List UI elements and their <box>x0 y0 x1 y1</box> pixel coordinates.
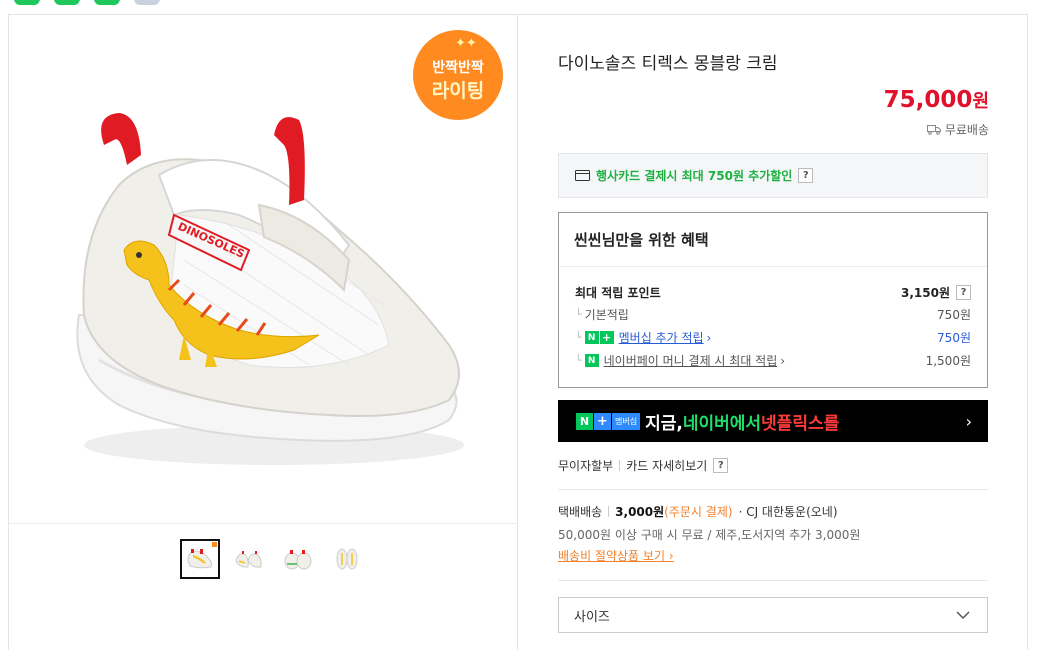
installment-label: 무이자할부 <box>558 459 614 473</box>
credit-card-icon <box>575 170 590 181</box>
badge-line2: 라이팅 <box>431 80 485 102</box>
truck-icon <box>926 125 941 135</box>
naver-n-icon: N <box>584 331 599 344</box>
size-option-select[interactable]: 사이즈 <box>558 597 988 633</box>
top-pill[interactable] <box>134 0 160 5</box>
card-detail-link[interactable]: 카드 자세히보기 <box>626 457 707 474</box>
top-pill[interactable] <box>14 0 40 5</box>
card-promo-help-icon[interactable]: ? <box>798 168 814 183</box>
membership-points-row: └ N + 멤버십 추가 적립 › 750원 <box>575 329 971 346</box>
benefit-box: 씬씬님만을 위한 혜택 최대 적립 포인트 3,150원 ? └ 기본적립 75… <box>558 212 988 388</box>
branch-icon: └ <box>575 354 582 367</box>
shipping-fee-note: (주문시 결제) <box>664 505 733 519</box>
top-pill[interactable] <box>94 0 120 5</box>
thumbnail-strip <box>180 539 367 579</box>
shipping-row: 택배배송 3,000원(주문시 결제) · CJ 대한통운(오네) <box>558 503 838 520</box>
benefit-heading: 씬씬님만을 위한 혜택 <box>559 213 987 267</box>
shoe-thumb-icon <box>284 550 312 570</box>
naverpay-points-value: 1,500원 <box>925 354 971 368</box>
divider <box>608 506 610 517</box>
installment-help-icon[interactable]: ? <box>713 458 729 473</box>
free-shipping-label: 무료배송 <box>944 123 989 137</box>
product-title: 다이노솔즈 티렉스 몽블랑 크림 <box>558 54 778 74</box>
sparkle-icon: ✦✦ <box>455 36 477 51</box>
divider <box>619 460 621 471</box>
shoe-thumb-icon <box>187 549 213 569</box>
thumbnail-1[interactable] <box>180 539 220 579</box>
thumbnail-2[interactable] <box>229 539 269 579</box>
banner-text-1: 지금, <box>645 413 683 434</box>
branch-icon: └ <box>575 331 582 344</box>
top-pill[interactable] <box>54 0 80 5</box>
product-price: 75,000원 <box>884 87 989 113</box>
main-product-image[interactable]: DINOSOLES ✦✦ 반짝반짝 라이팅 <box>9 15 518 524</box>
thumbnail-4[interactable] <box>327 539 367 579</box>
max-points-value: 3,150원 ? <box>901 284 971 301</box>
shipping-saving-label: 배송비 절약상품 보기 <box>558 549 665 563</box>
naverpay-points-link[interactable]: 네이버페이 머니 결제 시 최대 적립 <box>604 352 778 369</box>
naverpay-points-row: └ N 네이버페이 머니 결제 시 최대 적립 › 1,500원 <box>575 352 971 369</box>
section-divider <box>558 580 988 581</box>
shoe-thumb-icon <box>235 551 262 568</box>
installment-row: 무이자할부 카드 자세히보기 ? <box>558 457 729 474</box>
plus-icon: + <box>594 412 611 430</box>
thumbnail-3[interactable] <box>278 539 318 579</box>
basic-points-row: └ 기본적립 750원 <box>575 306 971 323</box>
lighting-badge: ✦✦ 반짝반짝 라이팅 <box>413 30 503 120</box>
membership-points-link[interactable]: 멤버십 추가 적립 <box>619 329 704 346</box>
chevron-right-icon: › <box>780 353 786 368</box>
banner-text-2: 네이버에서 <box>682 413 762 434</box>
product-detail-frame: DINOSOLES ✦✦ 반짝반짝 라이팅 다이노솔즈 티렉스 몽블랑 크림 7… <box>8 14 1028 650</box>
price-currency: 원 <box>972 91 989 112</box>
badge-line1: 반짝반짝 <box>432 60 484 76</box>
basic-points-label: 기본적립 <box>584 308 629 322</box>
section-divider <box>558 489 988 490</box>
naverpay-n-icon: N <box>584 354 599 367</box>
product-gallery: DINOSOLES ✦✦ 반짝반짝 라이팅 <box>9 15 518 650</box>
chevron-right-icon: › <box>965 411 972 431</box>
max-points-amount: 3,150원 <box>901 286 950 300</box>
shoe-thumb-icon <box>336 548 358 570</box>
shipping-carrier: · CJ 대한통운(오네) <box>738 505 838 519</box>
max-points-label: 최대 적립 포인트 <box>575 286 661 300</box>
shipping-method: 택배배송 <box>558 505 603 519</box>
membership-tag: N + 멤버십 <box>576 412 641 430</box>
card-promo-box: 행사카드 결제시 최대 750원 추가할인 ? <box>558 153 988 198</box>
membership-points-value: 750원 <box>937 331 971 345</box>
banner-text-3: 넷플릭스를 <box>761 413 840 434</box>
card-promo-text: 행사카드 결제시 최대 750원 추가할인 <box>596 169 793 183</box>
chevron-right-icon: › <box>668 549 674 563</box>
max-points-row: 최대 적립 포인트 3,150원 ? <box>575 284 971 301</box>
shipping-condition: 50,000원 이상 구매 시 무료 / 제주,도서지역 추가 3,000원 <box>558 528 861 542</box>
top-tab-pills <box>14 0 160 5</box>
chevron-right-icon: › <box>706 330 712 345</box>
plus-icon: + <box>599 331 614 344</box>
shipping-saving-link[interactable]: 배송비 절약상품 보기 › <box>558 547 674 564</box>
points-help-icon[interactable]: ? <box>956 285 971 300</box>
naver-n-icon: N <box>576 412 593 430</box>
active-dot <box>212 542 217 547</box>
netflix-membership-banner[interactable]: N + 멤버십 지금, 네이버에서 넷플릭스를 › <box>558 400 988 442</box>
price-value: 75,000 <box>883 87 973 113</box>
branch-icon: └ <box>575 308 582 321</box>
shipping-fee: 3,000원 <box>615 505 665 519</box>
basic-points-value: 750원 <box>937 308 971 322</box>
free-shipping: 무료배송 <box>926 121 989 138</box>
size-option-label: 사이즈 <box>574 609 610 625</box>
membership-tag-label: 멤버십 <box>612 412 641 430</box>
chevron-down-icon <box>956 611 970 620</box>
